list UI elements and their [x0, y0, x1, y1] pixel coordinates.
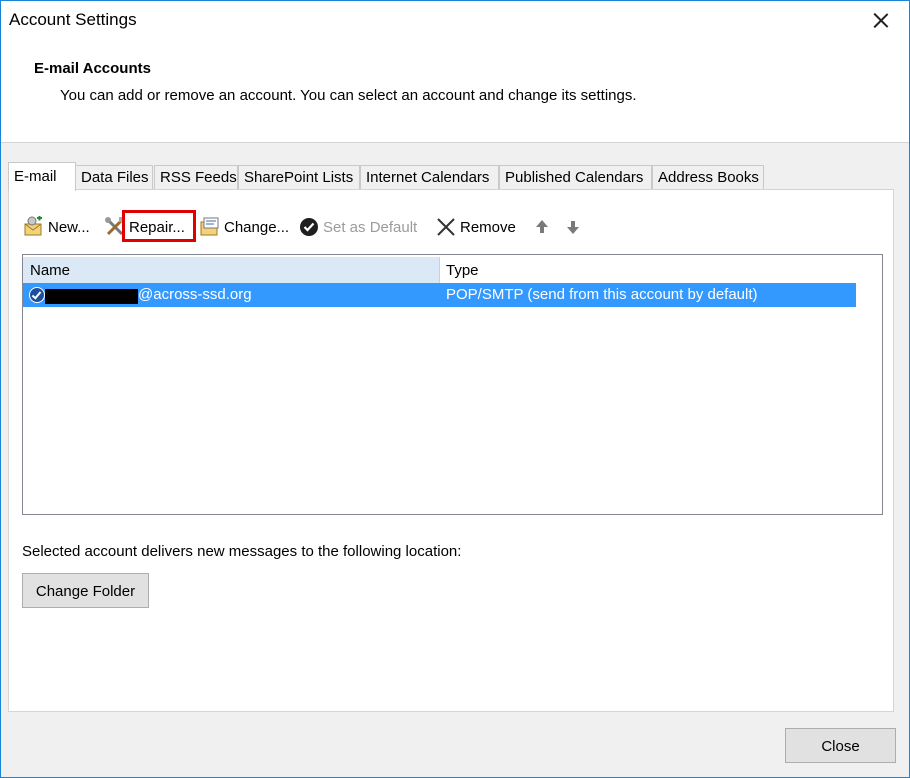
- remove-x-icon: [435, 216, 457, 238]
- change-account-icon: [199, 216, 221, 238]
- set-as-default-button[interactable]: Set as Default: [298, 214, 417, 240]
- set-as-default-label: Set as Default: [323, 218, 418, 236]
- window-title: Account Settings: [9, 10, 137, 29]
- account-name: @across-ssd.org: [138, 286, 252, 303]
- redacted-block: [45, 289, 138, 304]
- tab-internet-calendars[interactable]: Internet Calendars: [360, 165, 499, 189]
- change-button[interactable]: Change...: [199, 214, 289, 240]
- move-down-button[interactable]: [562, 214, 587, 240]
- delivery-location-label: Selected account delivers new messages t…: [22, 543, 462, 560]
- tab-sharepoint-lists[interactable]: SharePoint Lists: [238, 165, 360, 189]
- tab-rss-feeds[interactable]: RSS Feeds: [154, 165, 238, 189]
- column-header-type[interactable]: Type: [441, 257, 856, 284]
- account-list[interactable]: Name Type @across-ssd.org POP/SMTP (send…: [22, 254, 883, 515]
- tab-email[interactable]: E-mail: [8, 162, 76, 191]
- email-tab-panel: New... Repair... Change... Set as Defaul…: [8, 189, 894, 712]
- close-button[interactable]: Close: [785, 728, 896, 763]
- move-up-button[interactable]: [531, 214, 556, 240]
- remove-button-label: Remove: [460, 218, 516, 236]
- change-button-label: Change...: [224, 218, 290, 236]
- column-header-name[interactable]: Name: [23, 257, 440, 284]
- new-button[interactable]: New...: [23, 214, 90, 240]
- page-heading: E-mail Accounts: [34, 60, 151, 77]
- change-folder-button[interactable]: Change Folder: [22, 573, 149, 608]
- tab-data-files[interactable]: Data Files: [75, 165, 153, 189]
- page-subheading: You can add or remove an account. You ca…: [60, 87, 637, 104]
- tab-published-calendars[interactable]: Published Calendars: [499, 165, 652, 189]
- dialog-header: Account Settings E-mail Accounts You can…: [1, 1, 909, 143]
- check-circle-icon: [298, 216, 320, 238]
- new-button-label: New...: [48, 218, 90, 236]
- tab-address-books[interactable]: Address Books: [652, 165, 764, 189]
- new-account-icon: [23, 215, 45, 238]
- arrow-down-icon: [562, 216, 584, 238]
- arrow-up-icon: [531, 216, 553, 238]
- default-account-check-icon: [29, 287, 45, 303]
- account-settings-dialog: Account Settings E-mail Accounts You can…: [0, 0, 910, 778]
- remove-button[interactable]: Remove: [435, 214, 516, 240]
- close-icon[interactable]: [867, 7, 895, 33]
- account-type: POP/SMTP (send from this account by defa…: [446, 286, 758, 303]
- repair-highlight-box: [122, 210, 196, 242]
- list-item[interactable]: @across-ssd.org POP/SMTP (send from this…: [23, 283, 856, 307]
